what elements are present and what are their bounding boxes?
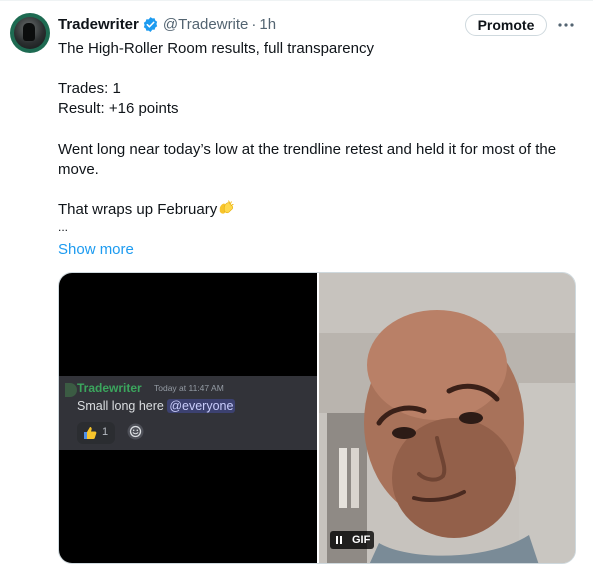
- tweet-text-line: Trades: 1: [58, 80, 121, 97]
- discord-reaction-count: 1: [102, 426, 109, 438]
- promote-button[interactable]: Promote: [465, 14, 547, 36]
- discord-message-text: Small long here @everyone: [77, 399, 236, 413]
- discord-timestamp: Today at 11:47 AM: [154, 383, 224, 393]
- show-more-link[interactable]: Show more: [58, 240, 134, 260]
- gif-media[interactable]: [319, 273, 575, 563]
- discord-message-body: Small long here: [77, 399, 164, 413]
- separator-dot: ·: [251, 15, 257, 33]
- ellipsis-text: ...: [58, 220, 69, 234]
- media-grid: Tradewriter Today at 11:47 AM Small long…: [58, 272, 576, 564]
- gif-frame-image: [319, 273, 575, 563]
- clapping-hands-icon: [220, 200, 234, 214]
- thumbs-up-icon: [84, 427, 97, 439]
- tweet-text-line: move.: [58, 161, 99, 178]
- verified-badge-icon[interactable]: [142, 16, 159, 33]
- discord-message: Tradewriter Today at 11:47 AM Small long…: [59, 376, 317, 450]
- add-reaction-icon: [127, 423, 144, 440]
- tweet-text-span: That wraps up February: [58, 201, 218, 218]
- discord-screenshot[interactable]: Tradewriter Today at 11:47 AM Small long…: [59, 273, 317, 563]
- tweet-text-line: Result: +16 points: [58, 100, 179, 117]
- pause-icon[interactable]: [330, 531, 348, 549]
- tweet-text-line: The High-Roller Room results, full trans…: [58, 40, 374, 57]
- tweet-header: Tradewriter @Tradewrite · 1h: [58, 14, 276, 34]
- gif-controls: GIF: [330, 531, 375, 549]
- discord-mention: @everyone: [167, 399, 236, 413]
- discord-avatar: [65, 383, 77, 397]
- avatar[interactable]: [10, 13, 50, 53]
- top-divider: [0, 0, 593, 1]
- tweet-text-line: That wraps up February: [58, 200, 235, 220]
- discord-username: Tradewriter: [77, 381, 142, 395]
- gif-label: GIF: [348, 531, 375, 549]
- display-name[interactable]: Tradewriter: [58, 16, 139, 33]
- timestamp[interactable]: 1h: [259, 16, 276, 33]
- more-options-icon[interactable]: [557, 16, 575, 34]
- discord-reaction: 1: [77, 422, 115, 444]
- user-handle[interactable]: @Tradewrite: [163, 16, 249, 33]
- tweet-text-line: Went long near today’s low at the trendl…: [58, 141, 557, 158]
- avatar-figure: [23, 23, 35, 41]
